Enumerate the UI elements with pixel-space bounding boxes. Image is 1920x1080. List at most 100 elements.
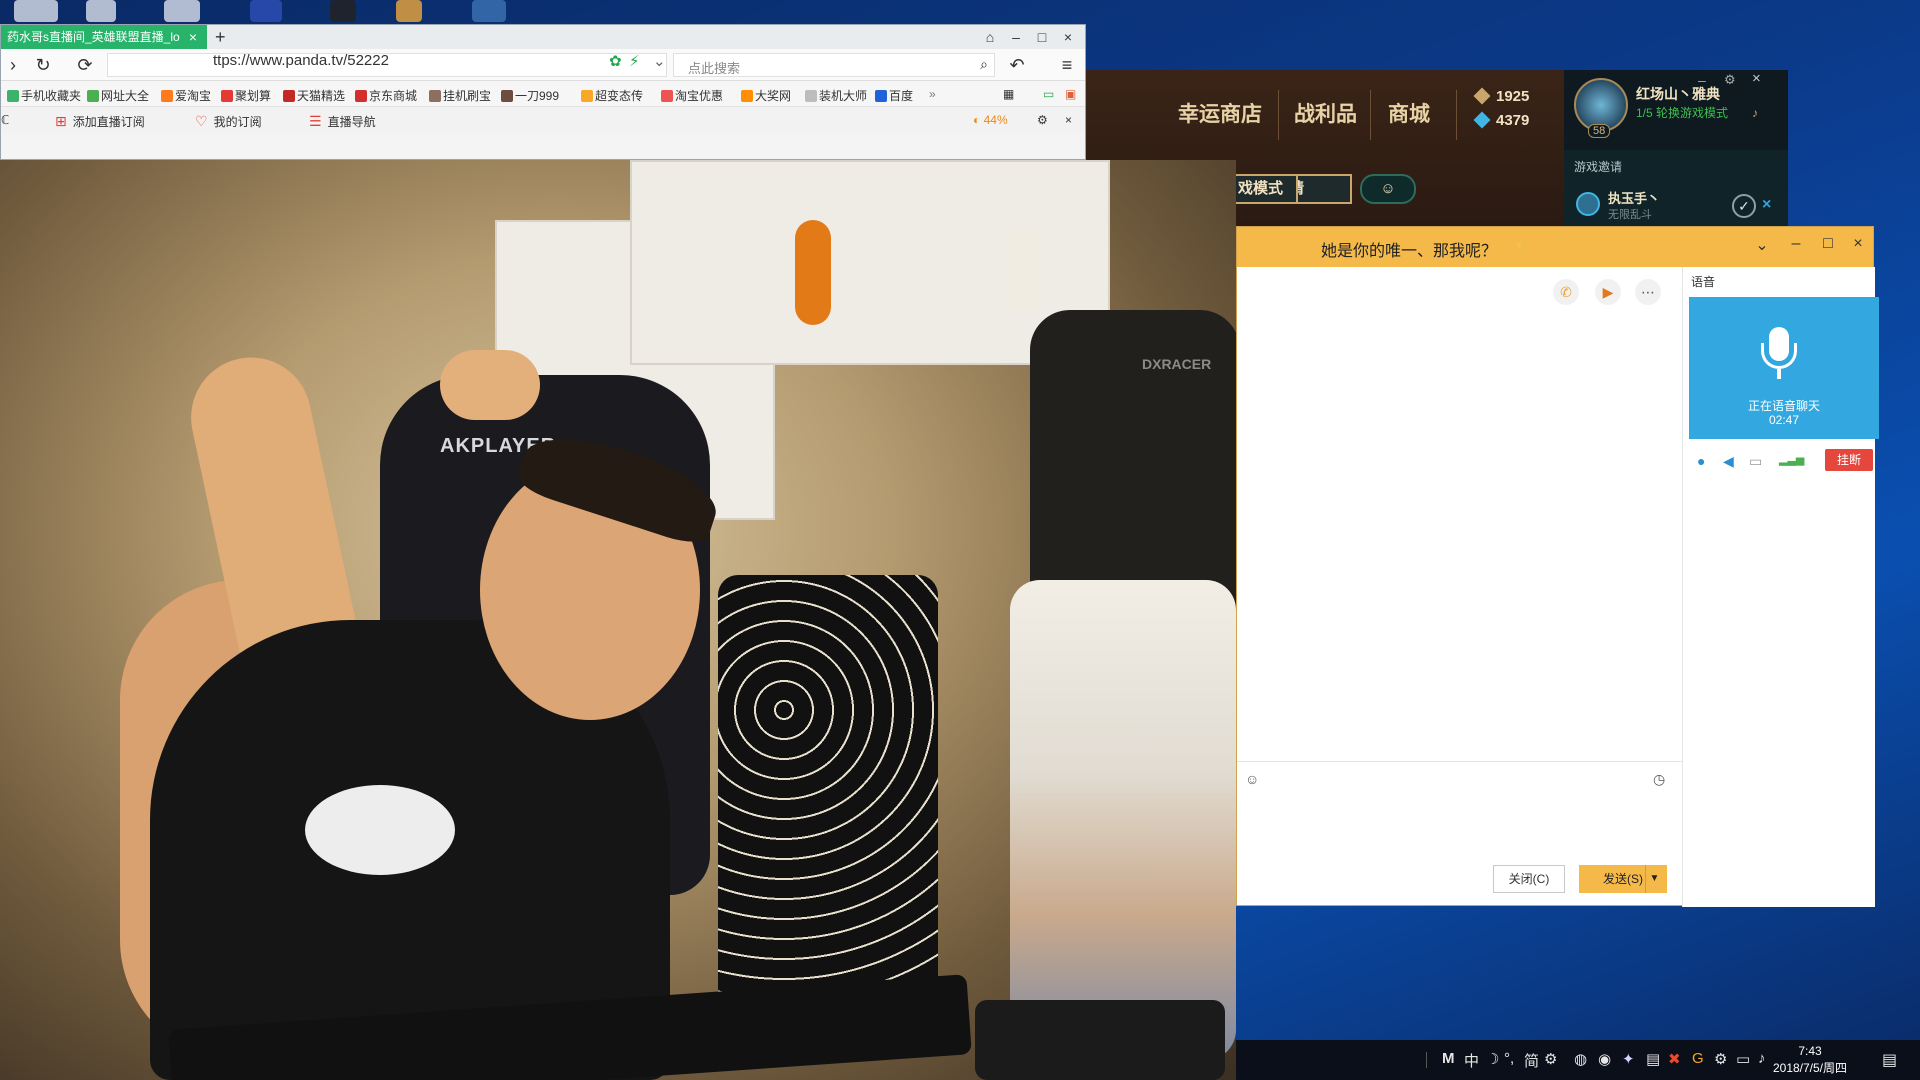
bookmark-item[interactable]: 大奖网 [741, 87, 791, 104]
ime-simplified[interactable]: 简 [1524, 1050, 1539, 1071]
toolbar-close-icon[interactable]: × [1065, 113, 1072, 127]
bookmark-item[interactable]: 淘宝优惠 [661, 87, 723, 104]
bookmark-more[interactable]: » [929, 87, 936, 101]
bookmark-item[interactable]: 装机大师 [805, 87, 867, 104]
bookmark-icon [875, 90, 887, 102]
ime-mode[interactable]: M [1442, 1050, 1455, 1067]
network-icon[interactable]: ▭ [1736, 1050, 1750, 1068]
settings-icon[interactable]: ⚙ [1037, 113, 1048, 127]
decline-icon[interactable]: × [1762, 196, 1771, 214]
chevron-down-icon[interactable]: ⌄ [1751, 235, 1773, 255]
message-area[interactable] [1237, 317, 1683, 757]
desktop-icon[interactable] [164, 0, 200, 22]
mic-toggle-icon[interactable]: ● [1697, 453, 1705, 469]
gear-icon[interactable]: ⚙ [1544, 1050, 1557, 1068]
divider [1237, 761, 1683, 762]
live-video[interactable]: DXRACER AKPLAYER [0, 160, 1236, 1080]
skin-icon[interactable]: ⌂ [977, 25, 1003, 49]
voice-timer: 02:47 [1768, 413, 1800, 427]
minimize-icon[interactable]: – [1698, 72, 1706, 88]
tray-app-icon[interactable]: ✖ [1668, 1050, 1681, 1068]
bookmark-item[interactable]: 百度 [875, 87, 913, 104]
history-icon[interactable]: ◷ [1653, 771, 1665, 788]
menu-icon[interactable]: ≡ [1055, 53, 1079, 77]
tab-voice[interactable]: 语音 [1691, 273, 1715, 290]
bookmark-item[interactable]: 一刀999 [501, 87, 559, 104]
emoji-icon[interactable]: ☺ [1245, 771, 1259, 787]
add-subscription-button[interactable]: ⊞ 添加直播订阅 [55, 113, 145, 130]
bookmark-item[interactable]: 天猫精选 [283, 87, 345, 104]
punctuation-icon[interactable]: °, [1504, 1050, 1514, 1067]
speaker-icon[interactable]: ◀ [1723, 453, 1734, 470]
tray-app-icon[interactable]: G [1692, 1050, 1704, 1067]
tray-app-icon[interactable]: ⚙ [1714, 1050, 1727, 1068]
bookmark-item[interactable]: 超变态传 [581, 87, 643, 104]
notification-icon[interactable]: ▤ [1882, 1050, 1897, 1070]
maximize-icon[interactable]: □ [1029, 25, 1055, 49]
camera-icon[interactable]: ▭ [1749, 453, 1762, 470]
tab-close-icon[interactable]: × [185, 29, 201, 45]
close-icon[interactable]: × [1847, 235, 1869, 253]
desktop-icon[interactable] [330, 0, 356, 22]
video-call-icon[interactable]: ▶ [1595, 279, 1621, 305]
tab-lucky-store[interactable]: 幸运商店 [1178, 98, 1262, 128]
phone-icon[interactable]: ✆ [1553, 279, 1579, 305]
bookmark-item[interactable]: 爱淘宝 [161, 87, 211, 104]
tray-app-icon[interactable]: ✦ [1622, 1050, 1635, 1068]
desktop-icon[interactable] [250, 0, 282, 22]
desktop-icon[interactable] [86, 0, 116, 22]
clock[interactable]: 7:43 2018/7/5/周四 [1756, 1043, 1864, 1077]
friends-toggle[interactable]: ☺ [1360, 174, 1416, 204]
close-icon[interactable]: × [1752, 70, 1761, 87]
bookmark-icon [741, 90, 753, 102]
my-subscription-button[interactable]: ♡ 我的订阅 [195, 113, 262, 130]
invite-mode: 无限乱斗 [1608, 209, 1652, 221]
game-invite-panel: 游戏邀请 执玉手丶 无限乱斗 ✓ × [1564, 150, 1788, 232]
message-input[interactable] [1237, 793, 1683, 857]
bookmark-item[interactable]: 手机收藏夹 [7, 87, 81, 104]
minimize-icon[interactable]: – [1785, 235, 1807, 253]
desktop-icon[interactable] [396, 0, 422, 22]
browser-tab-active[interactable]: 药水哥s直播间_英雄联盟直播_lo [1, 25, 207, 49]
tab-store[interactable]: 商城 [1388, 98, 1430, 128]
search-input[interactable]: 点此搜索 ⌕ [673, 53, 995, 77]
tab-loot[interactable]: 战利品 [1294, 98, 1357, 128]
send-options-icon[interactable]: ▼ [1645, 865, 1663, 893]
chevron-down-icon[interactable]: ⌄ [653, 52, 666, 70]
security-icon[interactable]: ✿ [609, 52, 622, 70]
live-nav-button[interactable]: ☰ 直播导航 [309, 113, 376, 130]
apps-icon[interactable]: ▦ [1003, 87, 1014, 101]
bookmark-item[interactable]: 京东商城 [355, 87, 417, 104]
bell-icon[interactable]: ♪ [1752, 106, 1758, 120]
close-chat-button[interactable]: 关闭(C) [1493, 865, 1565, 893]
tray-app-icon[interactable]: ▤ [1646, 1050, 1660, 1068]
bookmark-item[interactable]: 网址大全 [87, 87, 149, 104]
accept-icon[interactable]: ✓ [1732, 194, 1756, 218]
game-mode-button[interactable]: 戏模式 [1236, 174, 1298, 204]
maximize-icon[interactable]: □ [1817, 235, 1839, 253]
tray-app-icon[interactable]: ◍ [1574, 1050, 1587, 1068]
reader-icon[interactable]: ▭ [1043, 87, 1054, 101]
moon-icon[interactable]: ☽ [1486, 1050, 1499, 1068]
forward-icon[interactable]: › [1, 53, 25, 77]
plus-icon: ⊞ [55, 113, 67, 129]
gear-icon[interactable]: ⚙ [1724, 72, 1736, 88]
bookmark-icon [221, 90, 233, 102]
undo-icon[interactable]: ↶ [1005, 53, 1029, 77]
refresh-icon[interactable]: ↻ [31, 53, 55, 77]
bookmark-item[interactable]: 挂机刷宝 [429, 87, 491, 104]
desktop-icon[interactable] [14, 0, 58, 22]
desktop-icon[interactable] [472, 0, 506, 22]
bookmark-item[interactable]: 聚划算 [221, 87, 271, 104]
send-button[interactable]: 发送(S) ▼ [1579, 865, 1667, 893]
minimize-icon[interactable]: – [1003, 25, 1029, 49]
more-icon[interactable]: ⋯ [1635, 279, 1661, 305]
new-tab-button[interactable]: + [215, 25, 226, 49]
search-icon[interactable]: ⌕ [980, 56, 988, 73]
ime-lang[interactable]: 中 [1464, 1050, 1479, 1071]
hangup-button[interactable]: 挂断 [1825, 449, 1873, 471]
steam-icon[interactable]: ◉ [1598, 1050, 1611, 1068]
lightning-icon[interactable]: ⚡ [629, 52, 640, 70]
calendar-icon[interactable]: ▣ [1065, 87, 1076, 101]
close-icon[interactable]: × [1055, 25, 1081, 49]
